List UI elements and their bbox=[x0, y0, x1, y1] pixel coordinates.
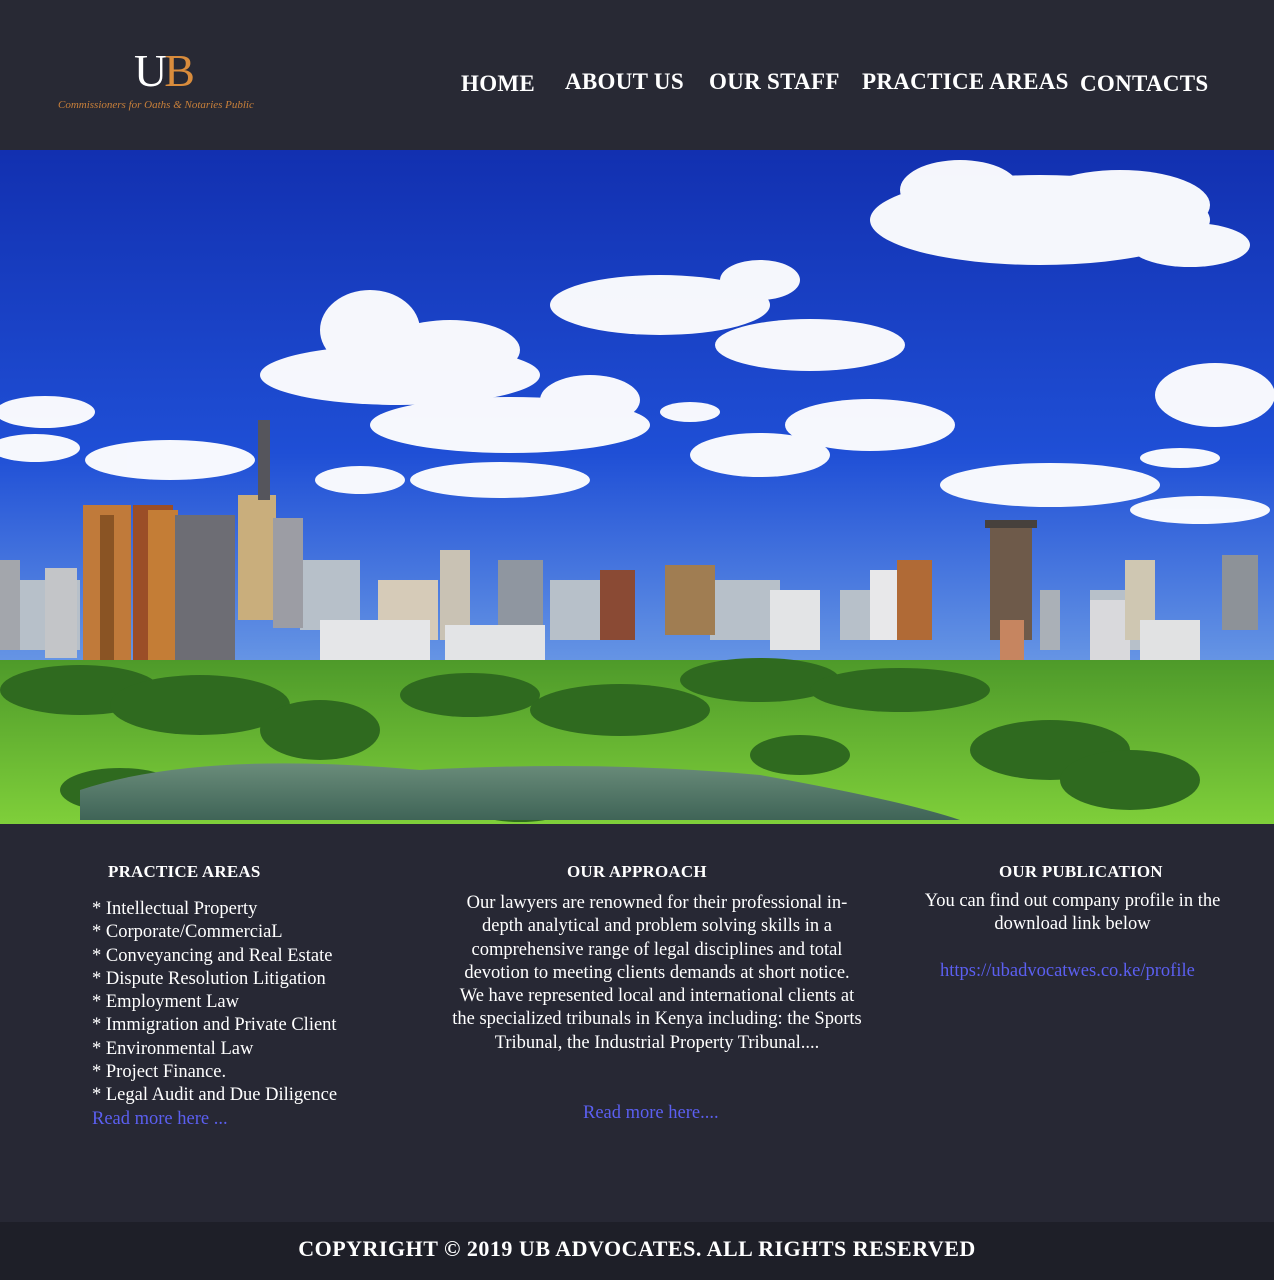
our-approach-text: Our lawyers are renowned for their profe… bbox=[452, 893, 862, 1053]
practice-area-item: * Intellectual Property bbox=[92, 899, 258, 919]
practice-areas-read-more-link[interactable]: Read more here ... bbox=[92, 1109, 228, 1130]
practice-areas-heading: PRACTICE AREAS bbox=[108, 862, 261, 881]
hero-image bbox=[0, 150, 1274, 824]
practice-area-item: * Project Finance. bbox=[92, 1062, 227, 1083]
nav-about-us[interactable]: ABOUT US bbox=[565, 69, 684, 95]
our-publication-heading: OUR PUBLICATION bbox=[999, 862, 1163, 881]
main-nav: HOME ABOUT US OUR STAFF PRACTICE AREAS C… bbox=[0, 66, 1274, 106]
our-approach-heading: OUR APPROACH bbox=[567, 862, 707, 881]
copyright-text: COPYRIGHT © 2019 UB ADVOCATES. ALL RIGHT… bbox=[298, 1236, 976, 1261]
nav-contacts[interactable]: CONTACTS bbox=[1080, 71, 1209, 97]
practice-area-item: * Environmental Law bbox=[92, 1038, 254, 1059]
nav-home[interactable]: HOME bbox=[461, 71, 535, 97]
profile-download-link[interactable]: https://ubadvocatwes.co.ke/profile bbox=[940, 961, 1195, 982]
site-header: UB Commissioners for Oaths & Notaries Pu… bbox=[0, 0, 1274, 150]
city-skyline-image bbox=[0, 150, 1274, 824]
publication-text: You can find out company profile in the … bbox=[924, 891, 1221, 935]
approach-read-more-link[interactable]: Read more here.... bbox=[583, 1103, 719, 1124]
info-section: PRACTICE AREAS * Intellectual Property *… bbox=[0, 824, 1274, 1222]
practice-areas-list: * Intellectual Property * Corporate/Comm… bbox=[92, 898, 337, 1108]
site-footer: COPYRIGHT © 2019 UB ADVOCATES. ALL RIGHT… bbox=[0, 1222, 1274, 1280]
practice-area-item: * Conveyancing and Real Estate bbox=[92, 945, 333, 966]
practice-area-item: * Immigration and Private Client bbox=[92, 1015, 337, 1036]
practice-area-item: * Employment Law bbox=[92, 992, 239, 1013]
practice-area-item: * Corporate/CommerciaL bbox=[92, 922, 283, 943]
practice-area-item: * Dispute Resolution Litigation bbox=[92, 968, 326, 989]
nav-practice-areas[interactable]: PRACTICE AREAS bbox=[862, 69, 1069, 95]
nav-our-staff[interactable]: OUR STAFF bbox=[709, 69, 840, 95]
practice-area-item: * Legal Audit and Due Diligence bbox=[92, 1085, 338, 1106]
